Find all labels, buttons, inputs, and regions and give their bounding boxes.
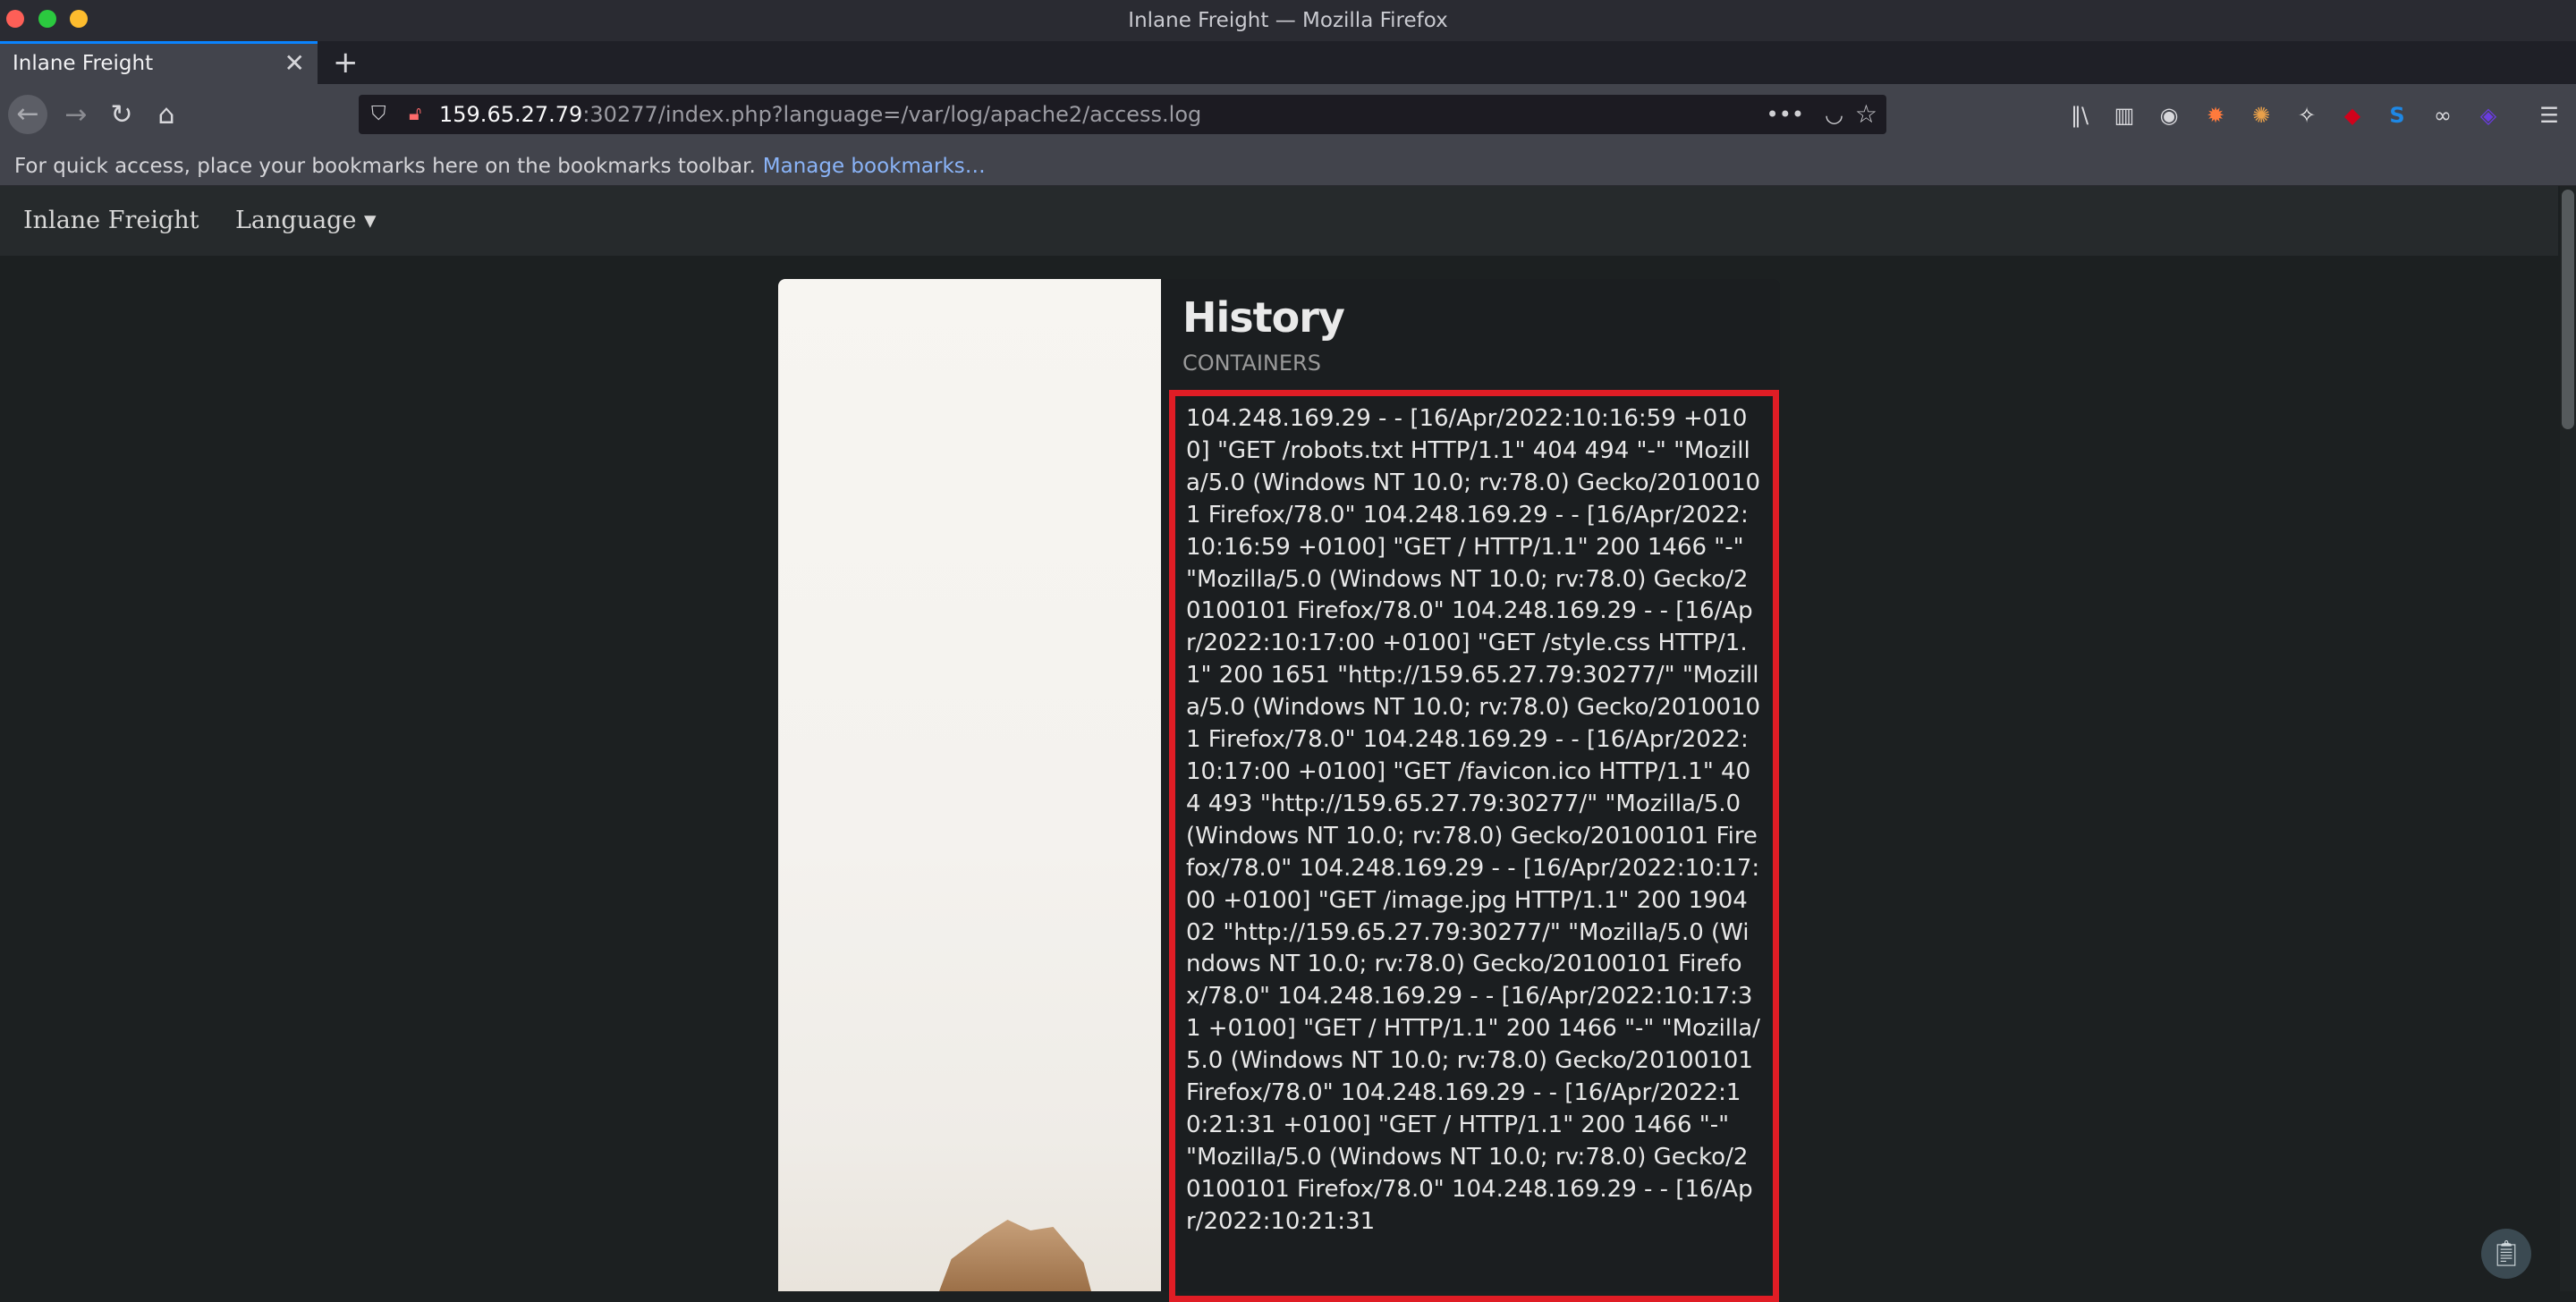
insecure-lock-icon[interactable]: 🔓︎ [409,95,421,134]
url-host: 159.65.27.79 [439,102,583,127]
card-image [778,279,1161,1291]
bookmarks-toolbar: For quick access, place your bookmarks h… [0,147,2576,186]
tab-inlane-freight[interactable]: Inlane Freight ✕ [0,41,318,84]
tab-close-icon[interactable]: ✕ [284,44,305,83]
tab-title: Inlane Freight [13,52,154,75]
reload-icon[interactable]: ↻ [104,84,140,147]
log-output-highlight: 104.248.169.29 - - [16/Apr/2022:10:16:59… [1169,390,1779,1302]
tab-strip: Inlane Freight ✕ + [0,41,2576,84]
extension-s-icon[interactable]: S [2379,84,2415,147]
card-body: History CONTAINERS 104.248.169.29 - - [1… [1161,279,1780,1302]
window-titlebar: Inlane Freight — Mozilla Firefox [0,0,2576,41]
card-title: History [1182,293,1345,342]
ship-image [939,1220,1091,1291]
manage-bookmarks-link[interactable]: Manage bookmarks… [763,155,986,178]
new-tab-icon[interactable]: + [333,41,359,84]
window-title: Inlane Freight — Mozilla Firefox [1128,9,1448,32]
clipboard-icon[interactable]: 📋︎ [2481,1229,2531,1279]
site-navbar: Inlane Freight Language ▾ [0,186,2558,256]
sidebar-icon[interactable]: ▥ [2106,84,2142,147]
back-arrow-icon[interactable]: ← [8,95,47,134]
url-text[interactable]: 159.65.27.79:30277/index.php?language=/v… [439,95,1201,134]
extension-cookie-icon[interactable]: ✺ [2243,84,2279,147]
card-subtitle: CONTAINERS [1182,351,1321,376]
extension-tiger-icon[interactable]: ✧ [2289,84,2325,147]
bookmark-star-icon[interactable]: ☆ [1855,95,1877,134]
navigation-toolbar: ← → ↻ ⌂ ⛉ 🔓︎ 159.65.27.79:30277/index.ph… [0,84,2576,147]
bookmarks-hint: For quick access, place your bookmarks h… [14,147,986,186]
library-icon[interactable]: ‖\ [2062,84,2097,147]
pocket-icon[interactable]: ◡ [1825,95,1843,134]
language-dropdown[interactable]: Language ▾ [235,186,377,256]
menu-icon[interactable]: ☰ [2531,84,2567,147]
tracking-shield-icon[interactable]: ⛉ [371,95,386,134]
account-icon[interactable]: ◉ [2151,84,2187,147]
url-bar[interactable]: ⛉ 🔓︎ 159.65.27.79:30277/index.php?langua… [359,95,1886,134]
page-scrollbar-thumb[interactable] [2562,190,2574,429]
extension-purple-icon[interactable]: ◈ [2470,84,2506,147]
site-brand-link[interactable]: Inlane Freight [23,186,199,256]
url-path: :30277/index.php?language=/var/log/apach… [582,102,1202,127]
extension-foxyproxy-icon[interactable]: ✹ [2198,84,2233,147]
forward-arrow-icon[interactable]: → [58,84,94,147]
page-actions-icon[interactable]: ••• [1767,95,1804,134]
extension-ublock-icon[interactable]: ◆ [2334,84,2370,147]
extension-glasses-icon[interactable]: ∞ [2425,84,2461,147]
home-icon[interactable]: ⌂ [148,84,184,147]
access-log-text: 104.248.169.29 - - [16/Apr/2022:10:16:59… [1186,405,1761,1235]
bookmarks-hint-text: For quick access, place your bookmarks h… [14,155,756,178]
